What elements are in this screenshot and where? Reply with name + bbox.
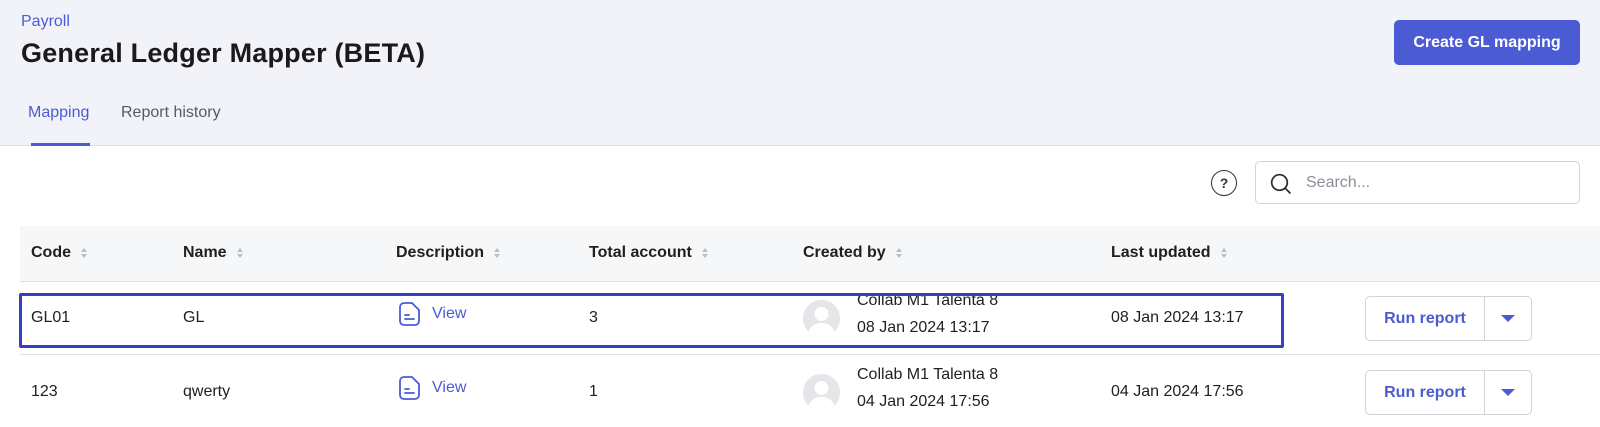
sort-icon[interactable] [236,248,243,258]
caret-down-icon [1501,389,1515,396]
column-header-name[interactable]: Name [183,244,243,262]
view-description-link[interactable]: View [398,301,466,327]
column-header-label: Total account [589,244,692,261]
table-row: GL01 GL View 3 Collab M1 Talenta 8 08 Ja… [20,282,1600,355]
column-header-created-by[interactable]: Created by [803,244,902,262]
user-avatar-icon [803,374,840,411]
view-link-label: View [432,379,467,396]
cell-name: qwerty [183,383,231,400]
column-header-label: Description [396,244,485,261]
help-icon[interactable]: ? [1211,170,1237,196]
cell-name: GL [183,309,205,326]
created-date: 08 Jan 2024 13:17 [857,319,990,336]
avatar [803,300,840,337]
cell-last-updated: 08 Jan 2024 13:17 [1111,309,1244,326]
sort-icon[interactable] [701,248,708,258]
column-header-label: Code [31,244,71,261]
search-input[interactable] [1306,170,1566,196]
search-icon [1270,173,1291,194]
user-avatar-icon [803,300,840,337]
sort-icon[interactable] [494,248,501,258]
column-header-total-account[interactable]: Total account [589,244,708,262]
tab-mapping[interactable]: Mapping [28,104,89,122]
breadcrumb-payroll[interactable]: Payroll [21,13,70,31]
created-date: 04 Jan 2024 17:56 [857,393,990,410]
table-header: Code Name Description Total account Crea… [20,226,1600,282]
run-report-dropdown-button[interactable] [1485,296,1532,341]
document-icon [399,302,420,326]
column-header-last-updated[interactable]: Last updated [1111,244,1227,262]
cell-code: GL01 [31,309,71,326]
active-tab-indicator [31,143,90,146]
view-link-label: View [432,305,467,322]
column-header-description[interactable]: Description [396,244,501,262]
page-title: General Ledger Mapper (BETA) [21,38,426,68]
cell-last-updated: 04 Jan 2024 17:56 [1111,383,1244,400]
column-header-label: Name [183,244,227,261]
column-header-code[interactable]: Code [31,244,87,262]
sort-icon[interactable] [1220,248,1227,258]
cell-total-account: 1 [589,383,598,400]
cell-code: 123 [31,383,58,400]
creator-name: Collab M1 Talenta 8 [857,366,999,383]
document-icon [399,376,420,400]
column-header-label: Last updated [1111,244,1211,261]
create-gl-mapping-button[interactable]: Create GL mapping [1394,20,1580,65]
avatar [803,374,840,411]
view-description-link[interactable]: View [398,375,466,401]
run-report-dropdown-button[interactable] [1485,370,1532,415]
caret-down-icon [1501,315,1515,322]
run-report-button[interactable]: Run report [1365,370,1485,415]
sort-icon[interactable] [895,248,902,258]
sort-icon[interactable] [81,248,87,258]
tab-report-history[interactable]: Report history [121,104,221,122]
page-header: Payroll General Ledger Mapper (BETA) Cre… [0,0,1600,146]
creator-name: Collab M1 Talenta 8 [857,292,999,309]
table-row: 123 qwerty View 1 Collab M1 Talenta 8 04… [20,356,1600,427]
run-report-button[interactable]: Run report [1365,296,1485,341]
search-box[interactable] [1255,161,1580,204]
column-header-label: Created by [803,244,886,261]
cell-total-account: 3 [589,309,598,326]
